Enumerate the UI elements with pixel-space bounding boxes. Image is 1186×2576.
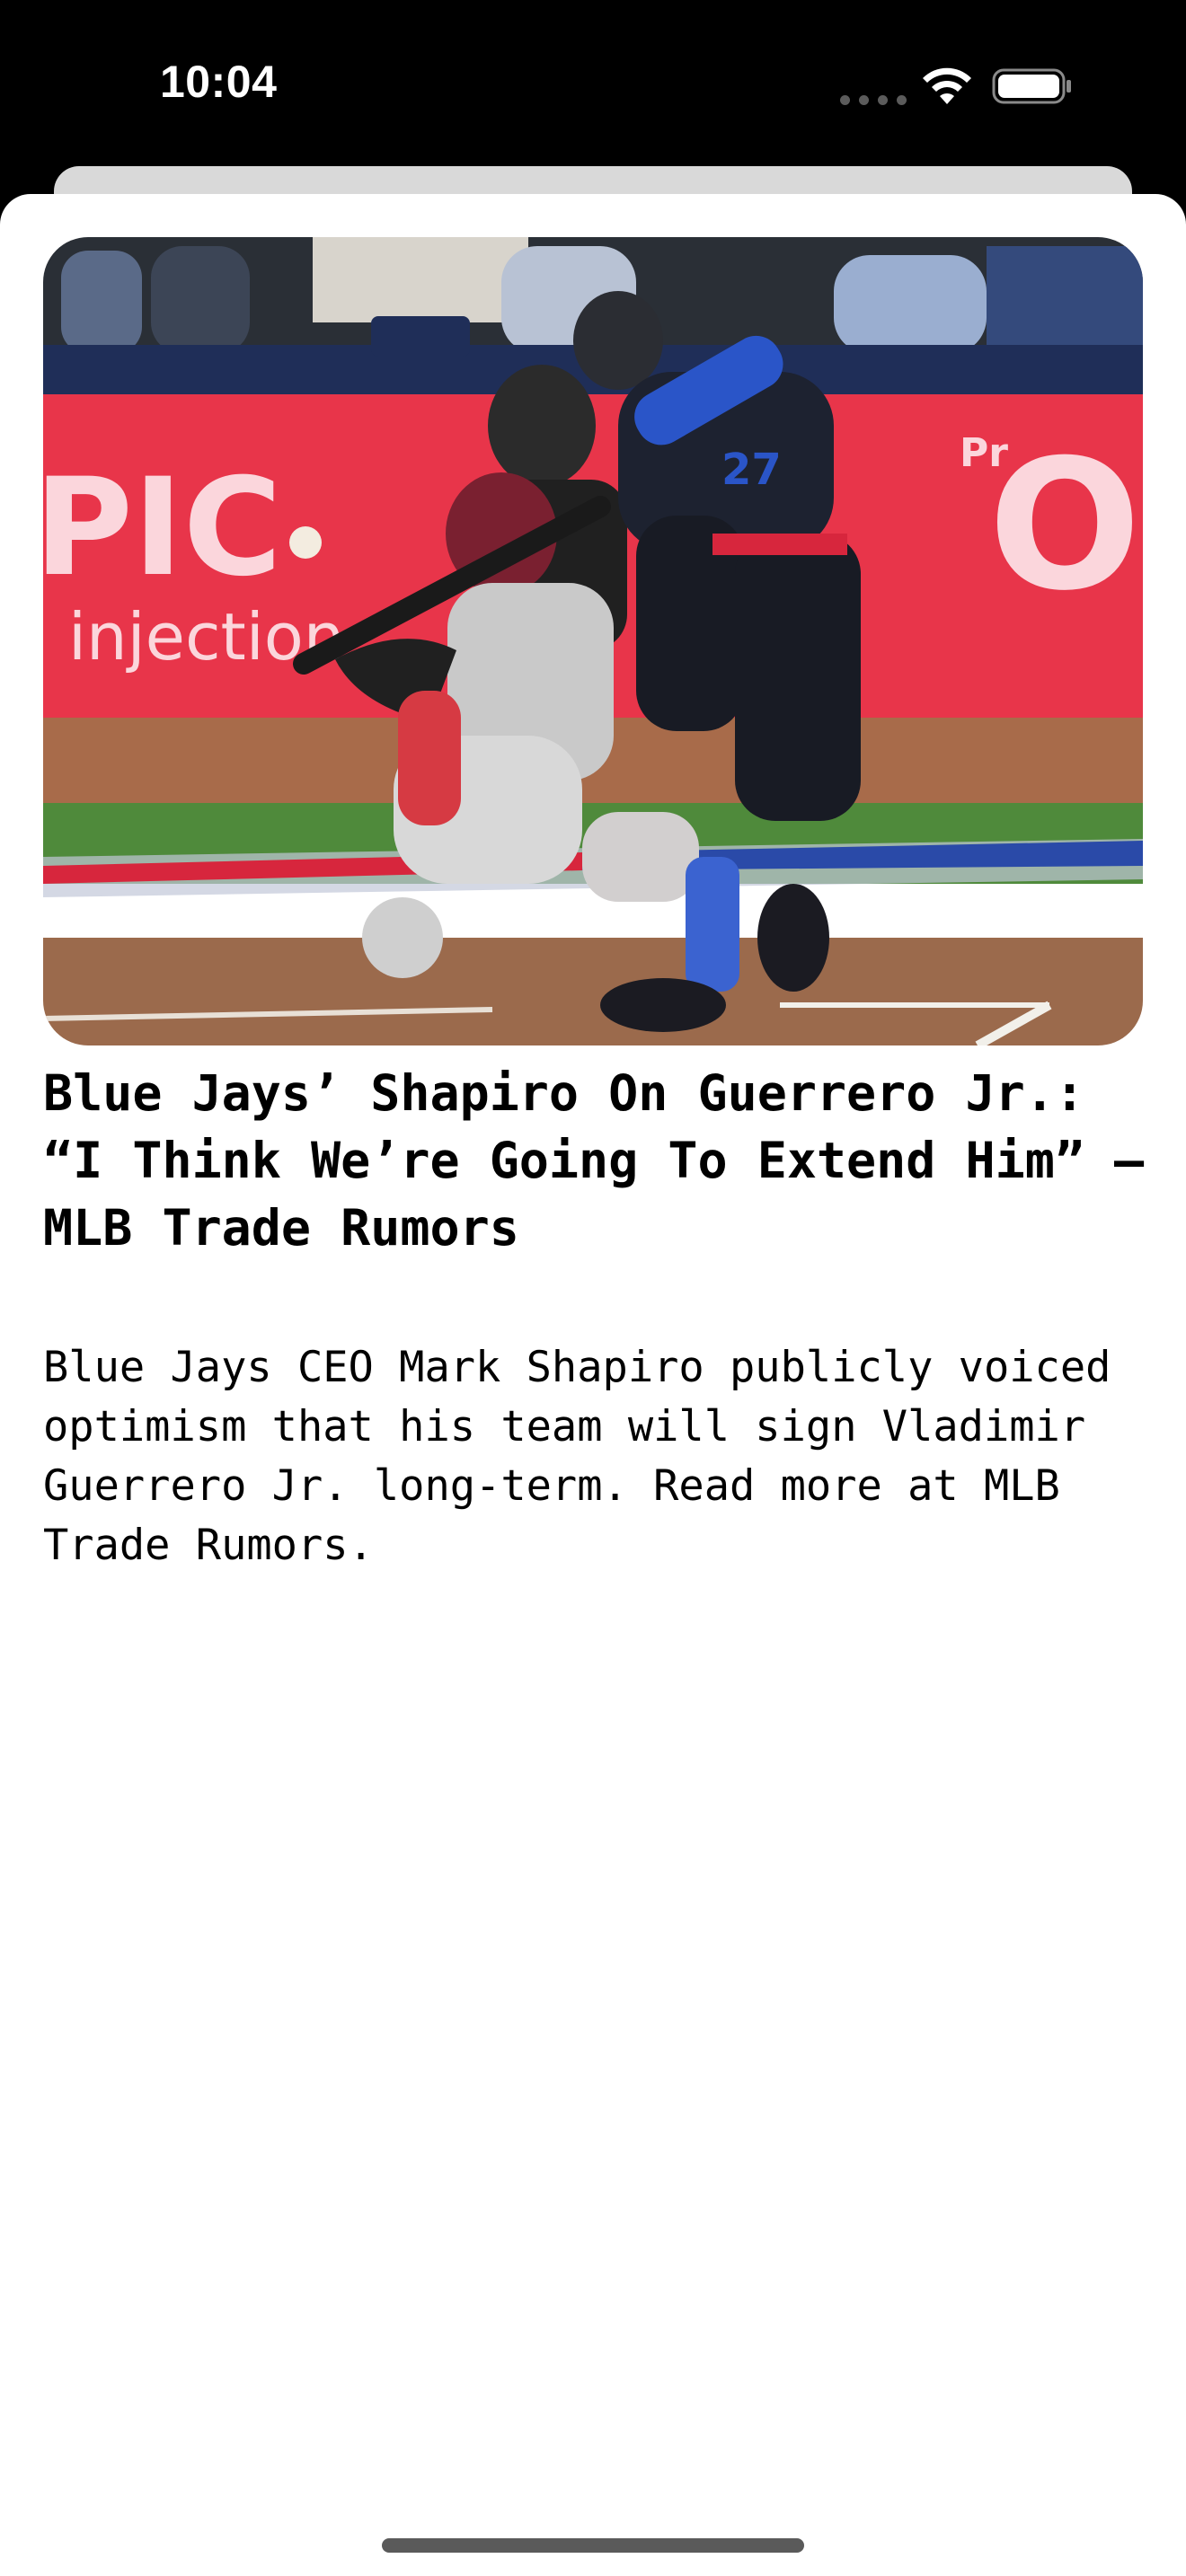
status-time: 10:04 (160, 57, 278, 107)
article-summary: Blue Jays CEO Mark Shapiro publicly voic… (43, 1343, 1111, 1570)
battery-icon (992, 68, 1071, 104)
article-image: PIC injection Pr O 27 (43, 237, 1143, 1045)
baseball-photo: PIC injection Pr O 27 (43, 237, 1143, 1045)
banner-text-left: PIC (43, 450, 282, 606)
wifi-icon (923, 67, 971, 104)
article-headline: Blue Jays’ Shapiro On Guerrero Jr.: “I T… (43, 1064, 1145, 1257)
jersey-number: 27 (721, 445, 782, 495)
status-bar: 10:04 (0, 0, 1186, 171)
home-indicator[interactable] (382, 2538, 804, 2553)
banner-text-right: O (988, 421, 1141, 631)
cellular-signal-icon (840, 95, 907, 105)
